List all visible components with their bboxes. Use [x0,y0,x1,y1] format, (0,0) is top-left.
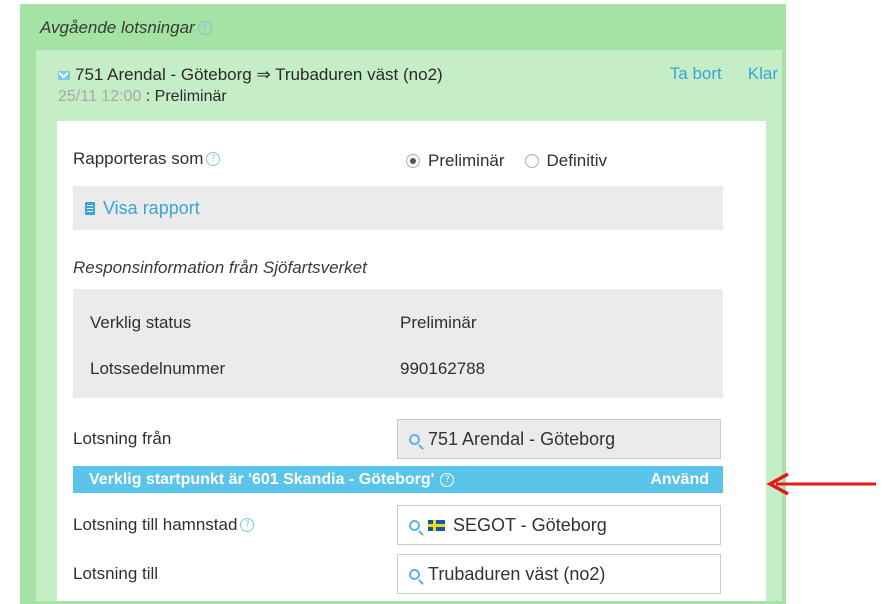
section-title: Avgående lotsningar ? [40,18,212,38]
to-value: Trubaduren väst (no2) [428,563,606,584]
response-row: Lotssedelnummer 990162788 [90,359,485,379]
radio-label: Preliminär [428,151,505,170]
help-icon[interactable]: ? [206,152,221,166]
envelope-icon [58,70,70,80]
to-field[interactable]: Trubaduren väst (no2) [397,554,721,594]
red-arrow-icon [766,472,876,496]
response-key: Verklig status [90,313,192,332]
help-icon[interactable]: ? [240,518,255,532]
from-label-text: Lotsning från [73,429,172,448]
from-label: Lotsning från [73,429,171,449]
document-icon [85,201,95,215]
search-icon [409,433,420,445]
to-port-value: SEGOT - Göteborg [453,514,607,535]
to-port-label: Lotsning till hamnstad [73,515,238,534]
done-link[interactable]: Klar [748,64,778,84]
response-info-box: Verklig status Preliminär Lotssedelnumme… [73,289,723,398]
response-row: Verklig status Preliminär [90,313,477,333]
from-field[interactable]: 751 Arendal - Göteborg [397,419,721,459]
response-title: Responsinformation från Sjöfartsverket [73,258,367,277]
radio-label: Definitiv [546,151,607,170]
search-icon [409,568,420,580]
help-icon[interactable]: ? [197,21,212,35]
from-value: 751 Arendal - Göteborg [428,428,616,449]
to-label-text: Lotsning till [73,564,159,583]
radio-preliminary[interactable]: Preliminär [406,151,505,171]
notice-text: Verklig startpunkt är '601 Skandia - Göt… [89,470,435,488]
reported-as-label: Rapporteras som [73,149,204,168]
show-report-link[interactable]: Visa rapport [103,198,200,219]
section-title-text: Avgående lotsningar [40,18,195,37]
to-port-field[interactable]: SEGOT - Göteborg [397,505,721,545]
sweden-flag-icon [428,519,445,531]
response-value: 990162788 [400,359,486,378]
radio-definitive[interactable]: Definitiv [524,151,607,171]
item-actions: Ta bort Klar [670,64,778,84]
to-port-row: Lotsning till hamnstad ? [73,515,255,535]
item-status-line: 25/11 12:00 : Preliminär [58,88,778,106]
remove-link[interactable]: Ta bort [670,64,722,84]
use-button[interactable]: Använd [650,471,709,489]
response-value: Preliminär [400,313,477,332]
search-icon [409,519,420,531]
pilotage-item-header: 751 Arendal - Göteborg ⇒ Trubaduren väst… [58,64,778,106]
route-title: 751 Arendal - Göteborg ⇒ Trubaduren väst… [75,65,443,84]
radio-button-checked[interactable] [406,154,420,168]
show-report-box: Visa rapport [73,186,723,230]
pilotage-form-card: Rapporteras som ? Preliminär Definitiv V… [57,121,766,601]
radio-button[interactable] [524,154,539,168]
to-label: Lotsning till [73,564,158,584]
response-key: Lotssedelnummer [90,359,226,378]
report-type-radio-group: Preliminär Definitiv [406,151,619,171]
timestamp: 25/11 12:00 [58,88,142,105]
help-icon[interactable]: ? [440,472,455,487]
status-text: : Preliminär [141,88,227,105]
actual-startpoint-notice: Verklig startpunkt är '601 Skandia - Göt… [73,466,723,493]
reported-as-row: Rapporteras som ? [73,149,221,169]
